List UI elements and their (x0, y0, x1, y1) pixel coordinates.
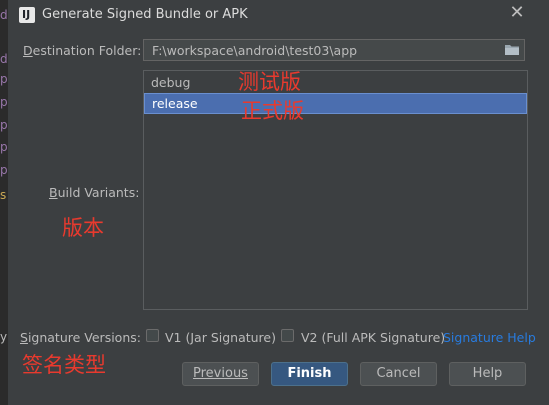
build-variants-list[interactable]: debug release (143, 70, 528, 310)
v1-checkbox-label[interactable]: V1 (Jar Signature) (165, 330, 276, 345)
v2-checkbox[interactable] (281, 329, 294, 342)
folder-icon[interactable] (504, 43, 520, 57)
annotation-release: 正式版 (241, 99, 304, 123)
bg-char: s (0, 188, 7, 202)
destination-folder-label: Destination Folder: (23, 43, 142, 58)
bg-char: p (0, 163, 8, 177)
bg-char: p (0, 118, 8, 132)
signature-versions-label: Signature Versions: (20, 330, 141, 345)
cancel-button[interactable]: Cancel (360, 362, 437, 386)
build-variants-label: Build Variants: (49, 185, 140, 200)
title-bar: IJ Generate Signed Bundle or APK ✕ (8, 0, 549, 30)
close-icon[interactable]: ✕ (508, 4, 526, 22)
bg-char: d (0, 52, 8, 66)
bg-char: p (0, 72, 8, 86)
bg-char: y (0, 330, 8, 344)
destination-folder-value: F:\workspace\android\test03\app (152, 43, 358, 58)
bg-char: d (0, 8, 8, 22)
generate-signed-apk-dialog: IJ Generate Signed Bundle or APK ✕ Desti… (8, 0, 549, 405)
v1-checkbox[interactable] (146, 329, 159, 342)
destination-folder-field[interactable]: F:\workspace\android\test03\app (143, 39, 525, 61)
signature-help-link[interactable]: Signature Help (443, 330, 536, 345)
list-item-release[interactable]: release (144, 93, 527, 114)
intellij-app-icon: IJ (19, 7, 35, 23)
annotation-signature-type: 签名类型 (22, 353, 106, 377)
list-item-debug[interactable]: debug (144, 73, 527, 93)
background-editor-strip: d d p p p p p s y (0, 0, 8, 405)
help-button[interactable]: Help (449, 362, 526, 386)
window-title: Generate Signed Bundle or APK (42, 7, 248, 22)
finish-button[interactable]: Finish (271, 362, 348, 386)
annotation-version: 版本 (62, 216, 104, 240)
previous-button[interactable]: Previous (182, 362, 259, 386)
annotation-debug: 测试版 (238, 70, 301, 94)
bg-char: p (0, 140, 8, 154)
v2-checkbox-label[interactable]: V2 (Full APK Signature) (301, 330, 445, 345)
bg-char: p (0, 95, 8, 109)
